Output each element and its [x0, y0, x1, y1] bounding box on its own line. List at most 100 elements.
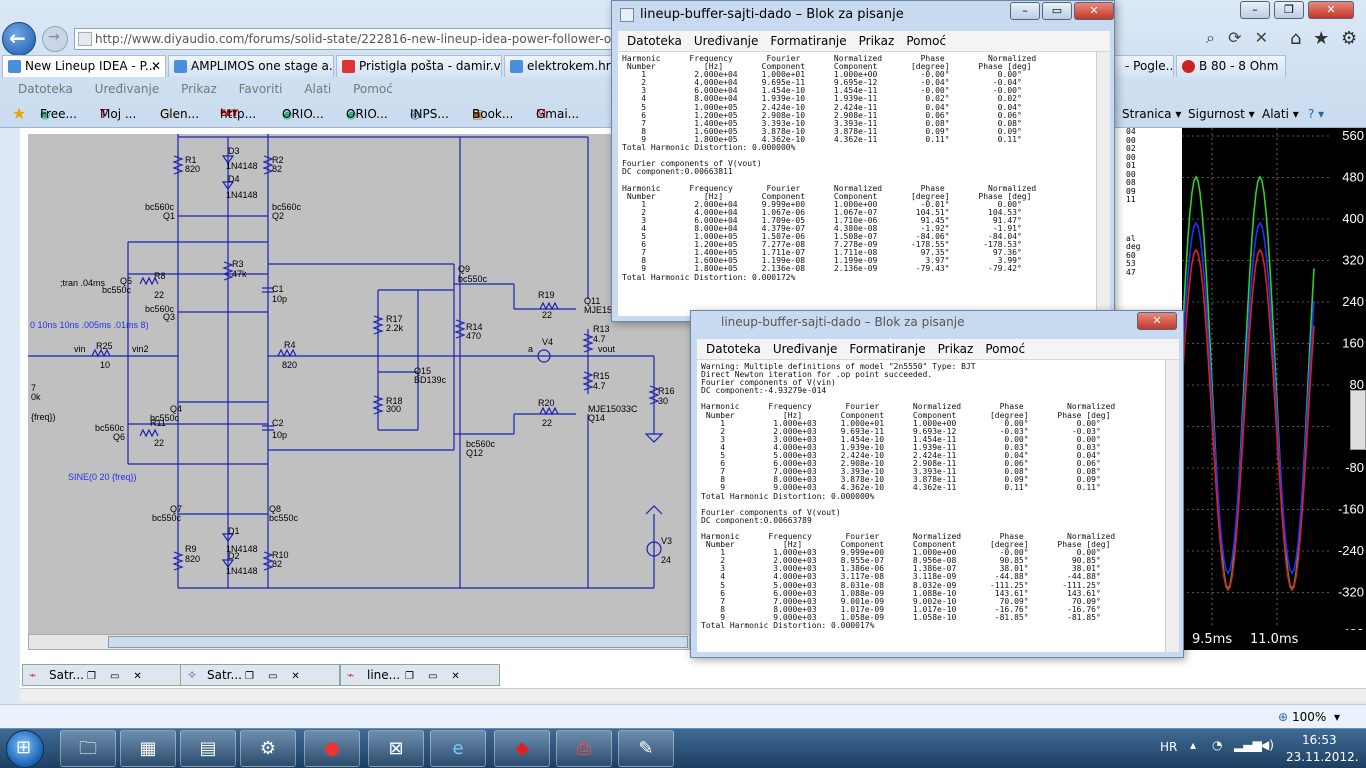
schematic-scroll-thumb[interactable] — [108, 636, 688, 648]
menu-favoriti[interactable]: Favoriti — [239, 82, 283, 96]
stop-icon[interactable]: ✕ — [1255, 28, 1268, 47]
refresh-icon[interactable]: ⟳ — [1228, 28, 1241, 47]
graph-x-axis: 9.5ms 11.0ms — [1182, 630, 1366, 650]
taskbar-explorer[interactable]: 🗀 — [60, 730, 116, 767]
cmd-stranica[interactable]: Stranica ▾ — [1122, 101, 1181, 127]
mdi-tab-schematic2[interactable]: ✧ Satr... ❐▭✕ — [180, 664, 340, 686]
graph-scrollbar[interactable] — [1350, 390, 1366, 450]
trace-green — [1181, 175, 1315, 591]
menu-alati[interactable]: Alati — [304, 82, 331, 96]
menu-prikaz[interactable]: Prikaz — [181, 82, 217, 96]
notepad-text-area[interactable]: Harmonic Frequency Fourier Normalized Ph… — [618, 52, 1096, 316]
label-c1: C1 — [272, 284, 284, 294]
notepad-window-2[interactable]: lineup-buffer-sajti-dado – Blok za pisan… — [690, 310, 1184, 658]
window-icon: ▤ — [199, 738, 217, 759]
tab-mail[interactable]: Pristigla pošta - damir.v... — [336, 55, 502, 77]
menu-prikaz[interactable]: Prikaz — [938, 342, 974, 356]
label-r8-value: 22 — [154, 290, 164, 300]
tab-pogled[interactable]: - Pogle... — [1114, 55, 1174, 77]
menu-datoteka[interactable]: Datoteka — [18, 82, 73, 96]
label-d2: D2 — [228, 551, 240, 561]
favorites-star-icon[interactable]: ★ — [1313, 28, 1329, 49]
taskbar-app2[interactable]: ▦ — [120, 730, 176, 767]
taskbar-notepad[interactable]: ✎ — [618, 730, 674, 767]
cmd-help[interactable]: ? ▾ — [1308, 101, 1324, 127]
waveform-icon: ✧ — [187, 668, 198, 682]
start-button[interactable]: ⊞ — [6, 730, 44, 768]
cmd-sigurnost[interactable]: Sigurnost ▾ — [1188, 101, 1255, 127]
close-button[interactable]: ✕ — [1137, 312, 1177, 330]
menu-formatiranje[interactable]: Formatiranje — [770, 34, 846, 48]
notepad-text-area[interactable]: Warning: Multiple definitions of model "… — [697, 360, 1165, 652]
forward-arrow-icon: → — [48, 29, 60, 45]
taskbar-app3[interactable]: ▤ — [180, 730, 236, 767]
close-button[interactable]: ✕ — [1308, 1, 1354, 19]
menu-datoteka[interactable]: Datoteka — [627, 34, 682, 48]
pdf-icon: ⎙ — [576, 738, 592, 759]
menu-prikaz[interactable]: Prikaz — [859, 34, 895, 48]
menu-pomoc[interactable]: Pomoć — [985, 342, 1025, 356]
taskbar-ie[interactable]: e — [430, 730, 486, 767]
menu-pomoc[interactable]: Pomoć — [906, 34, 946, 48]
vertical-scrollbar[interactable] — [1096, 52, 1110, 316]
mdi-tab-lineup[interactable]: ⌁ line... ❐▭✕ — [340, 664, 500, 686]
tab-label: - Pogle... — [1125, 59, 1174, 73]
network-icon[interactable]: ◔ — [1212, 738, 1222, 752]
volume-icon[interactable]: ◀) — [1260, 738, 1274, 752]
maximize-button[interactable]: ▭ — [1042, 2, 1072, 20]
taskbar-pdf[interactable]: ⎙ — [556, 730, 612, 767]
waveform-plot[interactable]: 560480400320240160800-80-160-240-320-400 — [1181, 128, 1366, 650]
label-r25-value: 10 — [100, 360, 110, 370]
label-tran: ;tran .04ms — [60, 278, 106, 288]
minimize-button[interactable]: – — [1240, 1, 1270, 19]
tab-amplimos[interactable]: AMPLIMOS one stage a... — [168, 55, 334, 77]
taskbar-app5[interactable]: ● — [304, 730, 360, 767]
menu-uredivanje[interactable]: Uređivanje — [773, 342, 838, 356]
mdi-window-buttons[interactable]: ❐▭✕ — [245, 667, 314, 687]
tab-label: Pristigla pošta - damir.v... — [359, 59, 502, 73]
search-icon[interactable]: ⌕ — [1206, 28, 1215, 47]
valve-icon: ⚙ — [259, 738, 277, 759]
taskbar-app4[interactable]: ⚙ — [240, 730, 296, 767]
vertical-scrollbar[interactable] — [1165, 360, 1179, 652]
minimize-button[interactable]: – — [1010, 2, 1040, 20]
tab-b80[interactable]: B 80 - 8 Ohm — [1176, 55, 1286, 77]
close-button[interactable]: ✕ — [1074, 2, 1114, 20]
taskbar-ltspice[interactable]: ⊠ — [368, 730, 424, 767]
fav-label: Book... — [472, 107, 514, 121]
notepad-window-1[interactable]: lineup-buffer-sajti-dado – Blok za pisan… — [611, 0, 1115, 322]
waveform-svg: 560480400320240160800-80-160-240-320-400 — [1181, 128, 1364, 641]
menu-uredivanje[interactable]: Uređivanje — [95, 82, 160, 96]
home-icon[interactable]: ⌂ — [1290, 28, 1301, 49]
restore-button[interactable]: ❐ — [1274, 1, 1304, 19]
forward-button[interactable]: → — [42, 26, 68, 52]
menu-formatiranje[interactable]: Formatiranje — [849, 342, 925, 356]
clock-date[interactable]: 23.11.2012. — [1286, 750, 1359, 764]
language-indicator[interactable]: HR — [1160, 740, 1177, 754]
address-bar[interactable]: http://www.diyaudio.com/forums/solid-sta… — [74, 28, 614, 50]
menu-pomoc[interactable]: Pomoć — [353, 82, 393, 96]
zoom-dropdown-icon[interactable]: ▾ — [1334, 705, 1340, 729]
signal-icon[interactable]: ▂▄▆ — [1234, 738, 1262, 752]
favorites-star-icon[interactable]: ★ — [12, 101, 26, 127]
back-arrow-icon: ← — [9, 26, 26, 50]
page-scrollbar[interactable] — [20, 688, 1366, 702]
schematic-view[interactable]: R1 820 R2 82 D3 1N4148 D4 1N4148 bc560c Q1 bc… — [28, 134, 690, 634]
gear-icon[interactable]: ⚙ — [1341, 28, 1357, 49]
back-button[interactable]: ← — [2, 22, 36, 56]
taskbar-app8[interactable]: ◆ — [494, 730, 550, 767]
cmd-alati[interactable]: Alati ▾ — [1262, 101, 1299, 127]
zoom-level[interactable]: 100% — [1292, 705, 1326, 729]
mdi-window-buttons[interactable]: ❐▭✕ — [87, 667, 156, 687]
tab-new-lineup[interactable]: New Lineup IDEA - P... ✕ — [2, 55, 166, 77]
tray-arrow-icon[interactable]: ▴ — [1190, 738, 1196, 752]
tab-elektrokem[interactable]: elektrokem.hr — [504, 55, 614, 77]
menu-uredivanje[interactable]: Uređivanje — [694, 34, 759, 48]
mail-icon — [342, 60, 355, 73]
mdi-window-buttons[interactable]: ❐▭✕ — [405, 667, 474, 687]
zoom-icon: ⊕ — [1278, 710, 1289, 724]
close-tab-icon[interactable]: ✕ — [151, 56, 161, 76]
mdi-tab-schematic1[interactable]: ⌁ Satr... ❐▭✕ — [22, 664, 182, 686]
clock-time[interactable]: 16:53 — [1302, 733, 1337, 747]
menu-datoteka[interactable]: Datoteka — [706, 342, 761, 356]
